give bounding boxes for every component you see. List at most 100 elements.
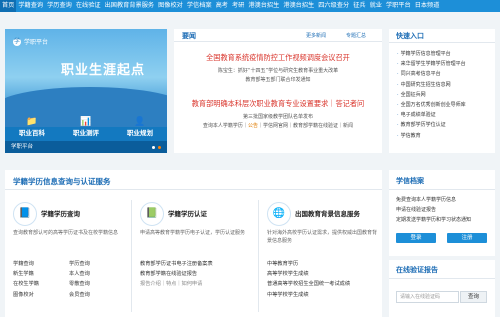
quick-link[interactable]: 来华留学生学籍学历管理平台	[397, 59, 466, 69]
verify-report-panel: 在线验证报告 请输入在线验证码 查询	[389, 260, 495, 317]
link[interactable]: 中等学校学生成绩	[267, 290, 379, 300]
login-button[interactable]: 登录	[396, 233, 436, 243]
quick-link[interactable]: 学籍学历信息管理平台	[397, 49, 466, 59]
folder-icon: 📁	[26, 117, 38, 127]
carousel-dots[interactable]	[152, 146, 161, 149]
service-title[interactable]: 出国教育背景信息服务	[295, 208, 360, 218]
quick-link[interactable]: 中国研究生招生信息网	[397, 80, 466, 90]
quick-entry-list: 学籍学历信息管理平台 来华留学生学籍学历管理平台 同兴高考信息平台 中国研究生招…	[397, 49, 466, 141]
nav-item[interactable]: 港澳台招生	[281, 0, 316, 12]
divider	[5, 189, 382, 190]
nav-item[interactable]: 学籍查询	[16, 0, 45, 12]
archive-line: 定期发送学籍学历和学习状态通知	[396, 217, 472, 223]
nav-item[interactable]: 图像校对	[156, 0, 185, 12]
news-sub-3[interactable]: 第三批国家级教学团队名单发布	[174, 113, 382, 120]
nav-item[interactable]: 就业	[368, 0, 384, 12]
link[interactable]: 新生学籍	[13, 269, 69, 279]
carousel-dot[interactable]	[152, 146, 155, 149]
nav-item[interactable]: 考研	[230, 0, 246, 12]
certificate-icon: 📗	[140, 202, 164, 226]
divider	[258, 200, 259, 312]
globe-icon: 🌐	[267, 202, 291, 226]
quick-entry-title: 快速入口	[396, 32, 424, 40]
archive-panel: 学信档案 免费查询本人学籍学历信息 申请在线验证报告 定期发送学籍学历和学习状态…	[389, 170, 495, 256]
promo-item-ceping[interactable]: 📊 职业测评	[73, 117, 99, 143]
link[interactable]: 学籍查询	[13, 259, 69, 269]
service-desc: 针对海外高校学历认证需求，提供权威出国教育背景信息服务	[267, 230, 378, 244]
link[interactable]: 教育部学历证书电子注册备案表	[140, 259, 252, 269]
service-xueji-xueli-query: 📘 学籍学历查询 查询教育部认可的高等学历证书及在校学籍信息 学籍查询 学历查询 …	[9, 196, 127, 317]
query-button[interactable]: 查询	[460, 291, 487, 303]
promo-logo: 学 学职平台	[13, 37, 49, 46]
service-desc: 申请高等教育学籍学历电子认证，学历认证服务	[140, 230, 246, 236]
service-title[interactable]: 学籍学历查询	[41, 208, 80, 218]
nav-item[interactable]: 港澳台招生	[246, 0, 281, 12]
divider	[389, 189, 495, 190]
quick-link[interactable]: 全国征兵网	[397, 90, 466, 100]
service-xueji-xueli-cert: 📗 学籍学历认证 申请高等教育学籍学历电子认证，学历认证服务 教育部学历证书电子…	[136, 196, 254, 317]
link[interactable]: 教育部学籍在线验证报告	[140, 269, 252, 279]
link[interactable]: 零散查询	[69, 279, 125, 289]
quick-entry-panel: 快速入口 学籍学历信息管理平台 来华留学生学籍学历管理平台 同兴高考信息平台 中…	[389, 29, 495, 153]
promo-feature-icons: 📁 职业百科 📊 职业测评 👤 职业规划	[5, 117, 167, 143]
service-title[interactable]: 学籍学历认证	[168, 208, 207, 218]
carousel-dot-active[interactable]	[158, 146, 161, 149]
services-panel: 学籍学历信息查询与认证服务 📘 学籍学历查询 查询教育部认可的高等学历证书及在校…	[5, 170, 382, 317]
service-desc: 查询教育部认可的高等学历证书及在校学籍信息	[13, 230, 119, 236]
divider	[389, 42, 495, 43]
chart-icon: 📊	[80, 117, 92, 127]
nav-item[interactable]: 四六级查分	[316, 0, 351, 12]
nav-item[interactable]: 日本频道	[413, 0, 442, 12]
service-links: 学籍查询 学历查询 新生学籍 本人查询 在校生学籍 零散查询 图像校对 会员查询	[13, 259, 125, 300]
register-button[interactable]: 注册	[447, 233, 487, 243]
nav-item[interactable]: 首页	[0, 0, 17, 12]
book-icon: 📘	[13, 202, 37, 226]
services-title: 学籍学历信息查询与认证服务	[13, 177, 111, 186]
service-abroad-background: 🌐 出国教育背景信息服务 针对海外高校学历认证需求，提供权威出国教育背景信息服务…	[263, 196, 381, 317]
quick-link[interactable]: 电子成绩单验证	[397, 110, 466, 120]
headline-2[interactable]: 教育部明确本科层次职业教育专业设置要求｜答记者问	[174, 99, 382, 109]
verify-code-input[interactable]: 请输入在线验证码	[396, 291, 459, 303]
link[interactable]: 报告介绍｜特点｜如何申请	[140, 279, 252, 289]
logo-icon: 学	[13, 37, 21, 46]
news-sub-4: 查询本人学籍学历｜公告｜学信网官网｜教育部学籍在线验证｜新闻	[202, 123, 354, 129]
archive-title: 学信档案	[396, 177, 424, 185]
link[interactable]: 普通高等学校招生全国统一考试成绩	[267, 279, 379, 289]
divider	[389, 278, 495, 279]
news-sub-1[interactable]: 陈宝生：抓好“十四五”学位与研究生教育事业重大改革	[174, 67, 382, 74]
link[interactable]: 本人查询	[69, 269, 125, 279]
nav-item[interactable]: 学信档案	[185, 0, 214, 12]
headline-1[interactable]: 全国教育系统疫情防控工作视频调度会议召开	[174, 53, 382, 63]
nav-item[interactable]: 高考	[214, 0, 230, 12]
person-icon: 👤	[134, 117, 146, 127]
quick-link[interactable]: 学信教育	[397, 131, 466, 141]
top-navigation-bar: 首页 学籍查询 学历查询 在线验证 出国教育背景服务 图像校对 学信档案 高考 考研 港澳台招生港…	[0, 0, 500, 12]
promo-headline: 职业生涯起点	[61, 63, 146, 78]
nav-item[interactable]: 学职平台	[384, 0, 413, 12]
nav-item[interactable]: 学历查询	[45, 0, 74, 12]
news-title: 要闻	[182, 32, 196, 40]
news-panel: 要闻 更多新闻 专题汇总 全国教育系统疫情防控工作视频调度会议召开 陈宝生：抓好…	[174, 29, 382, 153]
service-links: 教育部学历证书电子注册备案表 教育部学籍在线验证报告 报告介绍｜特点｜如何申请	[140, 259, 252, 290]
promo-banner[interactable]: 学 学职平台 职业生涯起点 📁 职业百科 📊 职业测评 👤 职业规划 学职平台	[5, 29, 167, 153]
topics-link[interactable]: 专题汇总	[346, 32, 366, 39]
promo-item-guihua[interactable]: 👤 职业规划	[127, 117, 153, 143]
link[interactable]: 在校生学籍	[13, 279, 69, 289]
news-header: 要闻 更多新闻 专题汇总	[174, 29, 382, 42]
nav-item[interactable]: 征兵	[351, 0, 367, 12]
quick-link[interactable]: 全国万名优秀创新创业导师库	[397, 100, 466, 110]
nav-item[interactable]: 在线验证	[74, 0, 103, 12]
link[interactable]: 图像校对	[13, 290, 69, 300]
promo-item-baike[interactable]: 📁 职业百科	[19, 117, 45, 143]
link[interactable]: 高等学校学生成绩	[267, 269, 379, 279]
link[interactable]: 会员查询	[69, 290, 125, 300]
nav-item[interactable]: 出国教育背景服务	[103, 0, 157, 12]
more-news-link[interactable]: 更多新闻	[306, 32, 326, 39]
verify-title: 在线验证报告	[396, 266, 438, 274]
news-sub-2[interactable]: 教育部等五部门联合印发通知	[174, 76, 382, 83]
quick-link[interactable]: 教育部学历学位认证	[397, 120, 466, 130]
quick-link[interactable]: 同兴高考信息平台	[397, 69, 466, 79]
divider	[131, 200, 132, 312]
link[interactable]: 学历查询	[69, 259, 125, 269]
link[interactable]: 中等教育学历	[267, 259, 379, 269]
